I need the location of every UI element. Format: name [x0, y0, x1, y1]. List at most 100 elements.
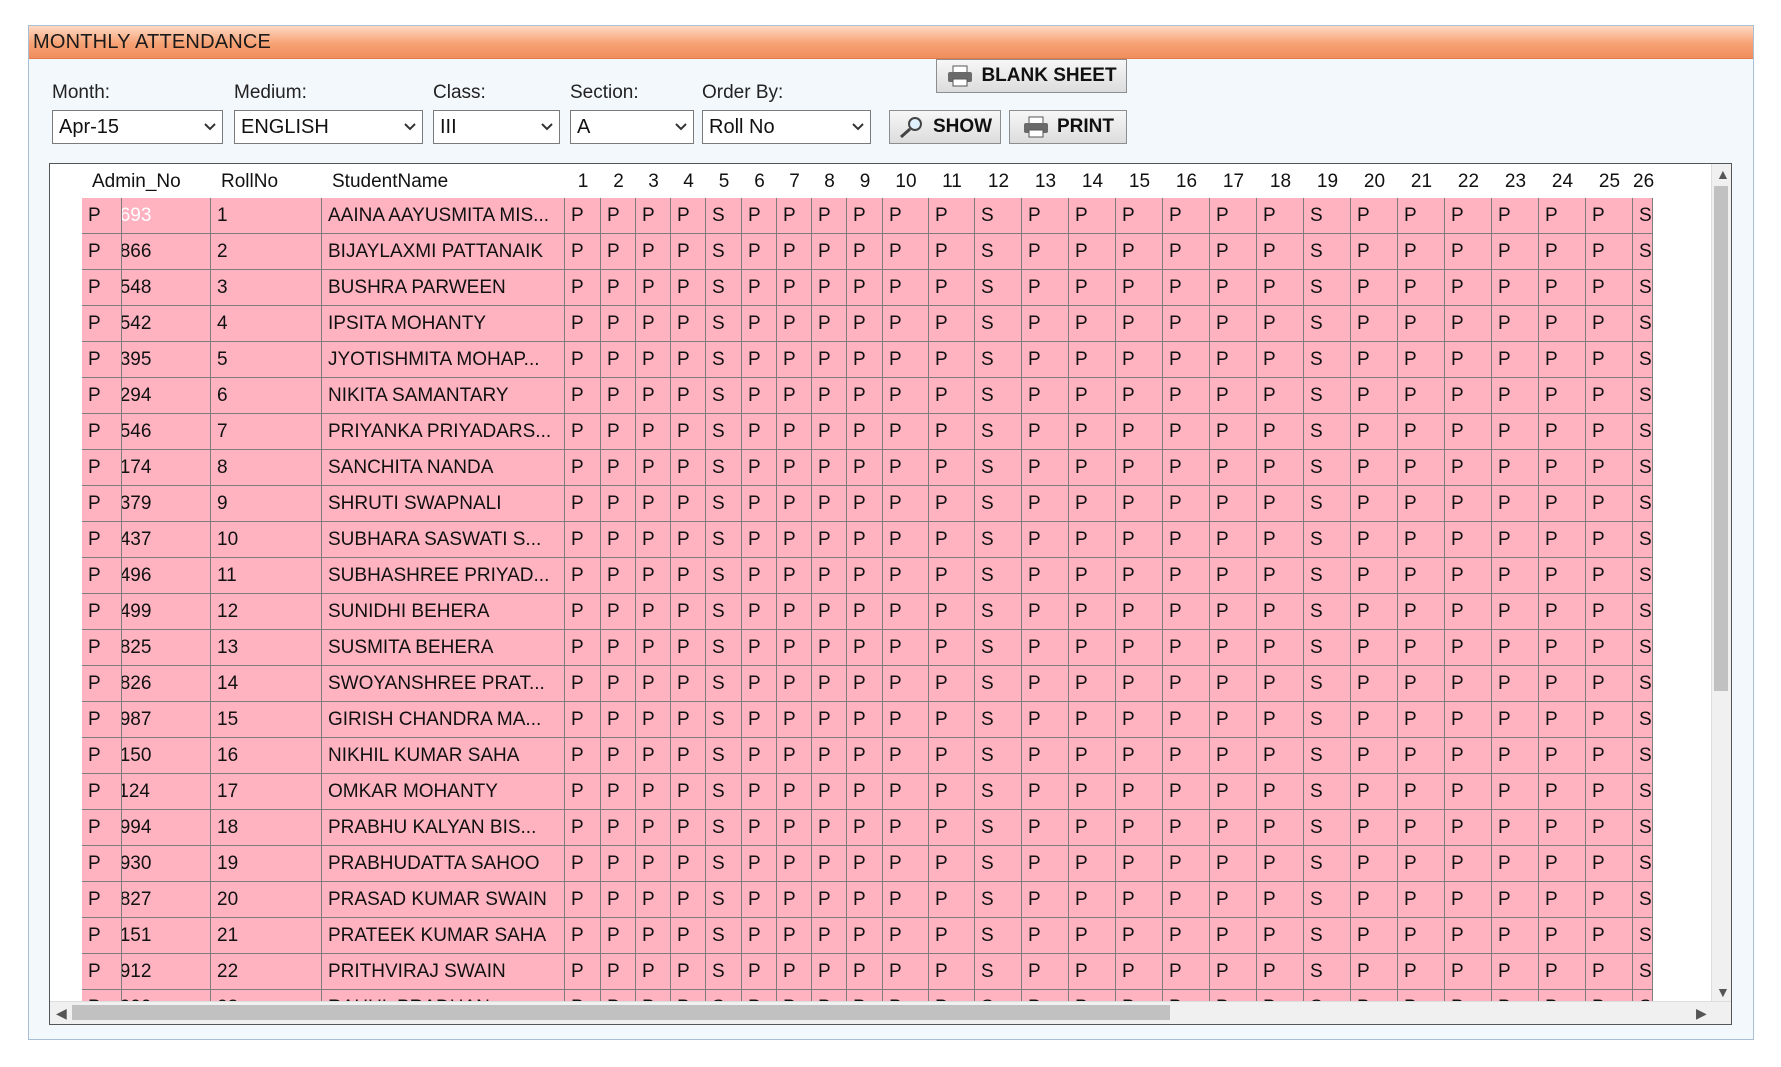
attendance-cell[interactable]: P	[1069, 954, 1116, 990]
table-row[interactable]: 00112417OMKAR MOHANTYPPPPSPPPPPPSPPPPPPS…	[82, 774, 1714, 810]
roll-no-cell[interactable]: 10	[211, 522, 322, 558]
column-header-day[interactable]: 9	[847, 164, 883, 198]
attendance-cell[interactable]: S	[706, 198, 742, 234]
attendance-cell[interactable]: P	[565, 594, 601, 630]
attendance-cell[interactable]: P	[1398, 918, 1445, 954]
attendance-cell[interactable]: P	[1116, 594, 1163, 630]
attendance-cell[interactable]: P	[847, 918, 883, 954]
attendance-cell[interactable]: S	[1304, 558, 1351, 594]
attendance-cell[interactable]: P	[742, 306, 777, 342]
student-name-cell[interactable]: PRIYANKA PRIYADARS...	[322, 414, 565, 450]
attendance-cell[interactable]: P	[1022, 882, 1069, 918]
attendance-cell[interactable]: S	[1633, 270, 1653, 306]
attendance-cell[interactable]: P	[1163, 846, 1210, 882]
student-name-cell[interactable]: NIKITA SAMANTARY	[322, 378, 565, 414]
attendance-cell[interactable]: P	[1539, 558, 1586, 594]
attendance-cell[interactable]: P	[1163, 774, 1210, 810]
attendance-cell[interactable]: P	[929, 234, 975, 270]
student-name-cell[interactable]: BUSHRA PARWEEN	[322, 270, 565, 306]
attendance-cell[interactable]: P	[1445, 702, 1492, 738]
attendance-cell[interactable]: P	[1351, 594, 1398, 630]
attendance-cell[interactable]: P	[929, 270, 975, 306]
attendance-cell[interactable]: P	[1539, 306, 1586, 342]
attendance-cell[interactable]: P	[1210, 378, 1257, 414]
attendance-cell[interactable]: P	[883, 702, 929, 738]
attendance-cell[interactable]: P	[883, 306, 929, 342]
attendance-cell[interactable]: S	[975, 306, 1022, 342]
attendance-cell[interactable]: P	[1586, 306, 1633, 342]
attendance-cell[interactable]: P	[1351, 918, 1398, 954]
attendance-cell[interactable]: P	[1539, 486, 1586, 522]
section-select[interactable]: A	[570, 110, 694, 144]
attendance-cell[interactable]: P	[1069, 270, 1116, 306]
attendance-cell[interactable]: S	[706, 666, 742, 702]
student-name-cell[interactable]: PRASAD KUMAR SWAIN	[322, 882, 565, 918]
table-row[interactable]: 00215016NIKHIL KUMAR SAHAPPPPSPPPPPPSPPP…	[82, 738, 1714, 774]
column-header-day[interactable]: 8	[812, 164, 847, 198]
attendance-cell[interactable]: P	[671, 522, 706, 558]
attendance-cell[interactable]: P	[601, 198, 636, 234]
attendance-cell[interactable]: P	[82, 234, 122, 270]
attendance-cell[interactable]: P	[929, 522, 975, 558]
attendance-cell[interactable]: P	[1210, 774, 1257, 810]
attendance-cell[interactable]: P	[1398, 738, 1445, 774]
attendance-cell[interactable]: P	[636, 414, 671, 450]
attendance-cell[interactable]: S	[1633, 414, 1653, 450]
attendance-cell[interactable]: P	[1163, 198, 1210, 234]
roll-no-cell[interactable]: 14	[211, 666, 322, 702]
attendance-cell[interactable]: P	[1257, 306, 1304, 342]
roll-no-cell[interactable]: 9	[211, 486, 322, 522]
attendance-cell[interactable]: P	[1116, 630, 1163, 666]
attendance-cell[interactable]: P	[742, 522, 777, 558]
attendance-cell[interactable]: S	[1633, 234, 1653, 270]
attendance-cell[interactable]: P	[1022, 846, 1069, 882]
attendance-cell[interactable]: P	[1492, 702, 1539, 738]
attendance-cell[interactable]: P	[742, 666, 777, 702]
attendance-cell[interactable]: S	[1304, 522, 1351, 558]
attendance-cell[interactable]: P	[1257, 594, 1304, 630]
attendance-cell[interactable]: P	[1257, 342, 1304, 378]
attendance-cell[interactable]: P	[1351, 666, 1398, 702]
attendance-cell[interactable]: S	[1633, 558, 1653, 594]
scroll-right-icon[interactable]: ▶	[1696, 1005, 1707, 1022]
attendance-cell[interactable]: P	[1445, 594, 1492, 630]
attendance-cell[interactable]: P	[1163, 234, 1210, 270]
attendance-cell[interactable]: P	[1492, 378, 1539, 414]
attendance-cell[interactable]: P	[1351, 198, 1398, 234]
roll-no-cell[interactable]: 18	[211, 810, 322, 846]
student-name-cell[interactable]: JYOTISHMITA MOHAP...	[322, 342, 565, 378]
attendance-cell[interactable]: S	[975, 342, 1022, 378]
attendance-cell[interactable]: P	[777, 414, 812, 450]
attendance-cell[interactable]: P	[883, 774, 929, 810]
attendance-cell[interactable]: P	[742, 846, 777, 882]
attendance-cell[interactable]: P	[1398, 486, 1445, 522]
attendance-cell[interactable]: P	[1398, 810, 1445, 846]
attendance-cell[interactable]: P	[1116, 702, 1163, 738]
attendance-cell[interactable]: P	[929, 486, 975, 522]
attendance-cell[interactable]: P	[812, 738, 847, 774]
student-name-cell[interactable]: GIRISH CHANDRA MA...	[322, 702, 565, 738]
attendance-cell[interactable]: P	[1539, 666, 1586, 702]
attendance-cell[interactable]: P	[1445, 378, 1492, 414]
student-name-cell[interactable]: BIJAYLAXMI PATTANAIK	[322, 234, 565, 270]
attendance-cell[interactable]: P	[1210, 306, 1257, 342]
attendance-cell[interactable]: P	[565, 486, 601, 522]
attendance-cell[interactable]: P	[82, 954, 122, 990]
attendance-cell[interactable]: P	[812, 630, 847, 666]
attendance-cell[interactable]: P	[1210, 522, 1257, 558]
attendance-cell[interactable]: P	[601, 630, 636, 666]
attendance-cell[interactable]: P	[1445, 522, 1492, 558]
attendance-cell[interactable]: P	[1116, 270, 1163, 306]
attendance-cell[interactable]: P	[1492, 882, 1539, 918]
attendance-cell[interactable]: P	[1022, 450, 1069, 486]
attendance-cell[interactable]: P	[82, 558, 122, 594]
attendance-cell[interactable]: S	[706, 270, 742, 306]
attendance-cell[interactable]: P	[565, 270, 601, 306]
attendance-cell[interactable]: P	[82, 306, 122, 342]
attendance-cell[interactable]: P	[742, 630, 777, 666]
table-row[interactable]: 0023955JYOTISHMITA MOHAP...PPPPSPPPPPPSP…	[82, 342, 1714, 378]
column-header-rollno[interactable]: RollNo	[211, 164, 332, 198]
horizontal-scrollbar[interactable]: ◀ ▶	[50, 1001, 1731, 1024]
attendance-cell[interactable]: P	[565, 954, 601, 990]
attendance-cell[interactable]: P	[777, 486, 812, 522]
